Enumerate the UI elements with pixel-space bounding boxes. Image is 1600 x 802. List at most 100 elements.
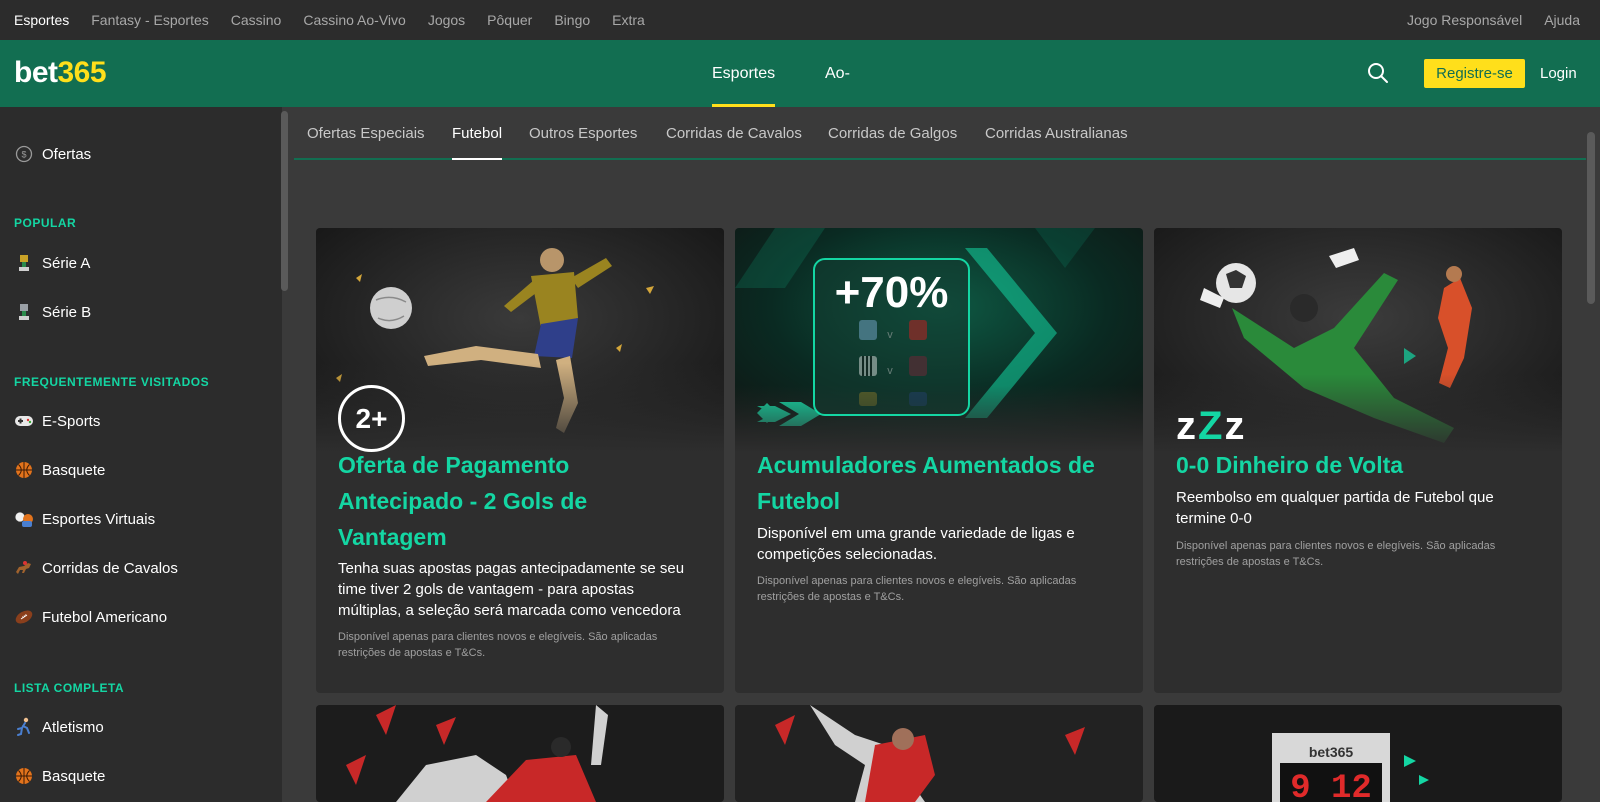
main-nav-ao-vivo[interactable]: Ao-Vivo xyxy=(825,40,856,149)
card-description-line: múltiplas, a seleção será marcada como v… xyxy=(338,602,681,619)
main-content: Ofertas Especiais Futebol Outros Esporte… xyxy=(294,107,1586,802)
sidebar-item-label: Futebol Americano xyxy=(42,608,168,626)
fine-print-line: restrições de apostas e T&Cs. xyxy=(757,590,905,603)
sidebar-item-serie-a[interactable]: Série A xyxy=(14,251,90,275)
basketball-icon xyxy=(14,766,34,786)
bet365-logo[interactable]: bet365 xyxy=(14,56,107,90)
top-nav-cassino-ao-vivo[interactable]: Cassino Ao-Vivo xyxy=(303,12,405,28)
top-nav-extra[interactable]: Extra xyxy=(612,12,645,28)
tab-corridas-australianas[interactable]: Corridas Australianas xyxy=(985,107,1128,160)
card-title-line: Oferta de Pagamento xyxy=(338,452,570,478)
card-title-line: Futebol xyxy=(757,488,841,514)
sidebar-item-futebol-americano[interactable]: Futebol Americano xyxy=(14,605,167,629)
card-fine-print: Disponível apenas para clientes novos e … xyxy=(757,574,1076,605)
card-description-line: Tenha suas apostas pagas antecipadamente… xyxy=(338,560,685,577)
fine-print-line: restrições de apostas e T&Cs. xyxy=(338,646,486,659)
top-nav-cassino[interactable]: Cassino xyxy=(231,12,282,28)
register-button[interactable]: Registre-se xyxy=(1424,59,1525,88)
sidebar-item-label: Atletismo xyxy=(42,718,104,736)
sidebar-item-esportes-virtuais[interactable]: Esportes Virtuais xyxy=(14,507,155,531)
sidebar-item-basquete-full[interactable]: Basquete xyxy=(14,764,105,788)
tab-ofertas-especiais[interactable]: Ofertas Especiais xyxy=(307,107,425,160)
help-link[interactable]: Ajuda xyxy=(1544,12,1580,28)
sidebar-item-label: Corridas de Cavalos xyxy=(42,559,178,577)
card-title: Oferta de Pagamento Antecipado - 2 Gols … xyxy=(338,447,587,555)
fine-print-line: Disponível apenas para clientes novos e … xyxy=(1176,540,1496,552)
two-goal-badge: 2+ xyxy=(338,385,405,452)
virtual-sports-icon xyxy=(14,509,34,529)
zzz-letter: z xyxy=(1176,404,1198,448)
top-nav-poquer[interactable]: Pôquer xyxy=(487,12,532,28)
sidebar-item-atletismo[interactable]: Atletismo xyxy=(14,715,104,739)
sleep-zzz-icon: zZz xyxy=(1176,404,1246,449)
card-description-line: Reembolso em qualquer partida de Futebol… xyxy=(1176,489,1494,506)
boost-percentage: +70% xyxy=(834,268,949,317)
offer-card-bottom-3[interactable]: bet365 9 12 xyxy=(1154,705,1562,802)
sidebar-item-label: Ofertas xyxy=(42,145,92,163)
card-fine-print: Disponível apenas para clientes novos e … xyxy=(338,630,657,661)
card-title: 0-0 Dinheiro de Volta xyxy=(1176,447,1403,483)
login-button[interactable]: Login xyxy=(1540,59,1577,88)
search-icon[interactable] xyxy=(1366,61,1390,85)
card-description-line: Disponível em uma grande variedade de li… xyxy=(757,525,1075,542)
american-football-icon xyxy=(14,607,34,627)
trophy-icon xyxy=(14,253,34,273)
top-nav-jogos[interactable]: Jogos xyxy=(428,12,465,28)
card-image-celebration xyxy=(316,705,724,802)
sidebar-scrollbar[interactable] xyxy=(281,111,288,291)
card-title-line: Antecipado - 2 Gols de xyxy=(338,488,588,514)
sidebar-item-corridas-de-cavalos[interactable]: Corridas de Cavalos xyxy=(14,556,178,580)
running-icon xyxy=(14,717,34,737)
top-nav: Esportes Fantasy - Esportes Cassino Cass… xyxy=(14,12,667,28)
card-description: Reembolso em qualquer partida de Futebol… xyxy=(1176,487,1494,529)
sidebar-item-e-sports[interactable]: E-Sports xyxy=(14,409,100,433)
fine-print-line: restrições de apostas e T&Cs. xyxy=(1176,555,1324,568)
card-fine-print: Disponível apenas para clientes novos e … xyxy=(1176,539,1495,570)
tab-corridas-de-galgos[interactable]: Corridas de Galgos xyxy=(828,107,957,160)
sidebar-item-serie-b[interactable]: Série B xyxy=(14,300,91,324)
card-image-scoreboard: bet365 9 12 xyxy=(1154,705,1562,802)
sidebar-item-basquete[interactable]: Basquete xyxy=(14,458,105,482)
offer-card-early-payout[interactable]: 2+ Oferta de Pagamento Antecipado - 2 Go… xyxy=(316,228,724,693)
sub-tabs: Ofertas Especiais Futebol Outros Esporte… xyxy=(294,107,1586,160)
top-nav-fantasy[interactable]: Fantasy - Esportes xyxy=(91,12,209,28)
card-description-line: termine 0-0 xyxy=(1176,510,1252,527)
card-description-line: time tiver 2 gols de vantagem - para apo… xyxy=(338,581,634,598)
tab-corridas-de-cavalos[interactable]: Corridas de Cavalos xyxy=(666,107,802,160)
fine-print-line: Disponível apenas para clientes novos e … xyxy=(338,631,658,643)
tab-outros-esportes[interactable]: Outros Esportes xyxy=(529,107,637,160)
logo-365: 365 xyxy=(57,56,107,89)
offers-icon: $ xyxy=(14,144,34,164)
zzz-letter: Z xyxy=(1198,404,1225,448)
offer-card-acca-boost[interactable]: v v +70% Acumuladores Aumentados de Fute… xyxy=(735,228,1143,693)
sidebar-item-ofertas[interactable]: $ Ofertas xyxy=(14,142,91,166)
card-title: Acumuladores Aumentados de Futebol xyxy=(757,447,1095,519)
card-title-line: Acumuladores Aumentados de xyxy=(757,452,1095,478)
trophy-icon xyxy=(14,302,34,322)
top-bar: Esportes Fantasy - Esportes Cassino Cass… xyxy=(0,0,1600,40)
card-description: Tenha suas apostas pagas antecipadamente… xyxy=(338,558,684,621)
frequent-heading: FREQUENTEMENTE VISITADOS xyxy=(14,375,210,389)
sidebar-item-label: Basquete xyxy=(42,767,106,785)
card-description-line: competições selecionadas. xyxy=(757,546,938,563)
offer-card-bottom-2[interactable] xyxy=(735,705,1143,802)
card-title-line: 0-0 Dinheiro de Volta xyxy=(1176,452,1404,478)
main-header: bet365 Esportes Ao-Vivo Registre-se Logi… xyxy=(0,40,1600,149)
responsible-gaming-link[interactable]: Jogo Responsável xyxy=(1407,12,1522,28)
sidebar-item-label: Basquete xyxy=(42,461,106,479)
offer-card-zero-zero-refund[interactable]: zZz 0-0 Dinheiro de Volta Reembolso em q… xyxy=(1154,228,1562,693)
sidebar: $ Ofertas POPULAR Série A Série B FREQUE… xyxy=(0,107,282,802)
zzz-letter: z xyxy=(1224,404,1247,448)
svg-text:$: $ xyxy=(21,150,26,160)
main-nav-esportes[interactable]: Esportes xyxy=(712,40,776,107)
top-nav-bingo[interactable]: Bingo xyxy=(554,12,590,28)
top-nav-esportes[interactable]: Esportes xyxy=(14,12,69,28)
top-right-links: Jogo Responsável Ajuda xyxy=(1385,12,1580,28)
boost-percentage-box: +70% xyxy=(813,258,970,416)
main-scrollbar[interactable] xyxy=(1587,132,1595,304)
offer-card-bottom-1[interactable] xyxy=(316,705,724,802)
card-description: Disponível em uma grande variedade de li… xyxy=(757,523,1075,565)
tab-futebol[interactable]: Futebol xyxy=(452,107,503,160)
card-title-line: Vantagem xyxy=(338,524,447,550)
scoreboard-digits: 9 12 xyxy=(1290,770,1372,802)
